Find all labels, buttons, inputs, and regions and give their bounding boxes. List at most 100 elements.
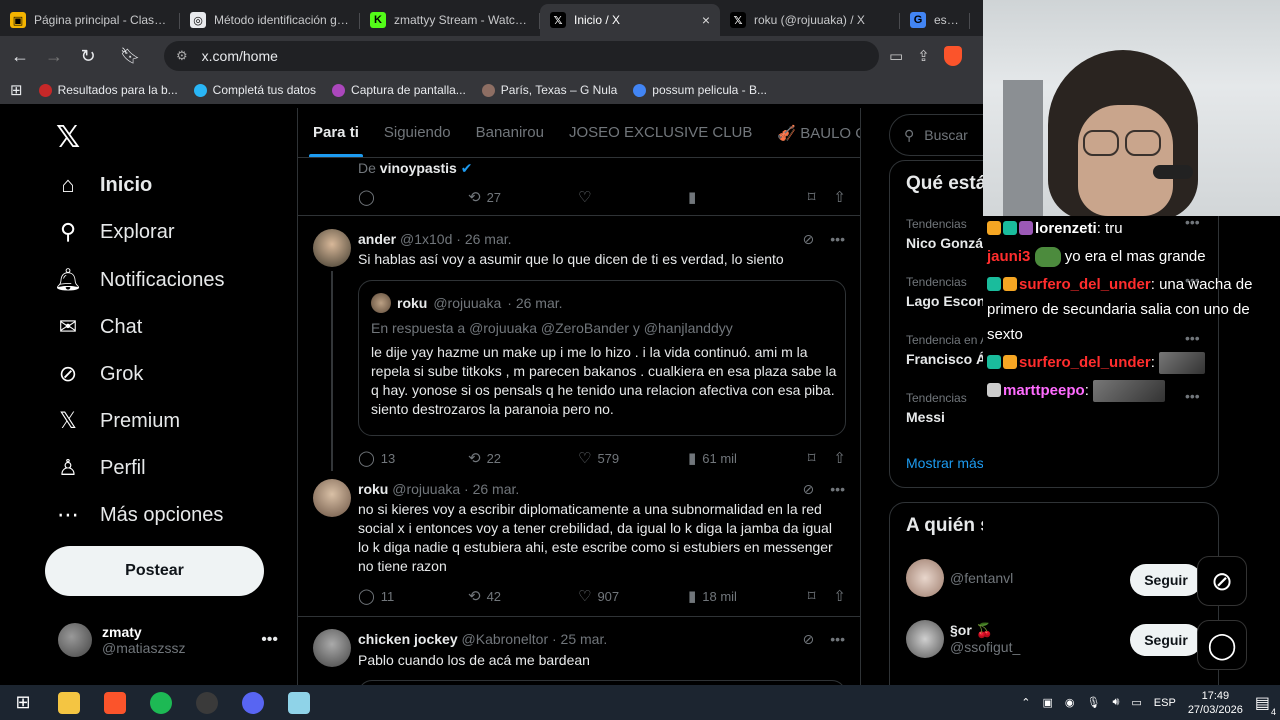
share-icon[interactable]: ⇪ <box>917 47 930 65</box>
trend-item[interactable]: Tendencias Messi <box>906 391 967 425</box>
grok-icon[interactable]: ⊘ <box>803 631 815 648</box>
messages-float-button[interactable]: ◯ <box>1197 620 1247 670</box>
network-icon[interactable]: ▭ <box>1131 696 1141 709</box>
follow-account[interactable]: §or 🍒 @ssofigut_ <box>950 622 1020 655</box>
more-icon[interactable]: ••• <box>830 481 845 498</box>
feed-tab[interactable]: Bananirou <box>476 108 544 157</box>
grok-icon[interactable]: ⊘ <box>803 231 815 248</box>
nav-item-notificaciones[interactable]: 🔔︎ Notificaciones <box>54 265 224 295</box>
source-author[interactable]: vinoypastis <box>380 160 457 176</box>
bookmark-icon[interactable]: 🔖︎ <box>116 42 144 70</box>
brave-shield-icon[interactable] <box>943 46 962 66</box>
nav-item-chat[interactable]: ✉ Chat <box>56 312 142 342</box>
tweet[interactable]: roku @rojuuaka · 26 mar. ⊘ ••• no si kier… <box>298 467 860 617</box>
nav-item-explorar[interactable]: ⚲ Explorar <box>56 217 175 247</box>
avatar[interactable] <box>313 479 351 517</box>
follow-button[interactable]: Seguir <box>1130 624 1202 656</box>
author-handle[interactable]: @Kabroneltor <box>462 631 549 647</box>
account-switcher[interactable]: zmaty @matiaszssz ••• <box>58 616 278 664</box>
chat-username[interactable]: jauni3 <box>987 248 1030 265</box>
avatar[interactable] <box>906 620 944 658</box>
nav-item-inicio[interactable]: ⌂ Inicio <box>56 170 152 200</box>
feed-tab[interactable]: Para ti <box>309 108 363 157</box>
windows-start-icon[interactable]: ⊞ <box>0 685 46 720</box>
bookmark-icon[interactable]: ⌑ <box>808 449 816 467</box>
nav-item-premium[interactable]: 𝕏 Premium <box>56 406 180 436</box>
volume-icon[interactable]: 🔊︎ <box>1112 696 1119 709</box>
apps-grid-icon[interactable]: ⊞ <box>10 81 23 99</box>
grok-icon[interactable]: ⊘ <box>803 481 815 498</box>
author-name[interactable]: roku <box>358 481 388 497</box>
browser-tab[interactable]: Kzmattyy Stream - Watch Live <box>360 4 540 36</box>
address-bar[interactable]: ⚙ x.com/home <box>164 41 879 71</box>
bookmark-icon[interactable]: ⌑ <box>808 188 816 206</box>
show-more-link[interactable]: Mostrar más <box>906 455 983 471</box>
brave-icon[interactable] <box>92 685 138 720</box>
quoted-tweet[interactable]: roku @rojuuaka · 26 mar. En respuesta a … <box>358 280 846 436</box>
cast-icon[interactable]: ▭ <box>889 47 903 65</box>
browser-tab[interactable]: ◎ Método identificación gráfica <box>180 4 360 36</box>
site-settings-icon[interactable]: ⚙ <box>176 48 188 64</box>
bookmark-item[interactable]: París, Texas – G Nula <box>481 83 617 97</box>
retweet-button[interactable]: ⟲ 42 <box>468 587 578 605</box>
feed-tab[interactable]: Siguiendo <box>384 108 451 157</box>
tweet[interactable]: chicken jockey @Kabroneltor · 25 mar. ⊘ •… <box>298 617 860 685</box>
app-icon[interactable] <box>276 685 322 720</box>
retweet-button[interactable]: ⟲ 27 <box>468 188 578 206</box>
grok-float-button[interactable]: ⊘ <box>1197 556 1247 606</box>
avatar[interactable] <box>313 629 351 667</box>
nav-item-perfil[interactable]: ♙ Perfil <box>56 453 145 483</box>
bookmark-item[interactable]: Resultados para la b... <box>38 83 178 97</box>
forward-icon[interactable]: → <box>40 42 68 70</box>
browser-tab[interactable]: 𝕏 Inicio / X × <box>540 4 720 36</box>
back-icon[interactable]: ← <box>6 42 34 70</box>
spotify-icon[interactable] <box>138 685 184 720</box>
views-button[interactable]: ▮ 61 mil <box>688 449 788 467</box>
views-button[interactable]: ▮ <box>688 188 788 206</box>
share-icon[interactable]: ⇧ <box>833 449 846 467</box>
browser-tab[interactable]: ▣ Página principal - Classroom <box>0 4 180 36</box>
bookmark-item[interactable]: Completá tus datos <box>193 83 316 97</box>
notification-icon[interactable]: ▤ 4 <box>1255 693 1276 717</box>
avatar[interactable] <box>906 559 944 597</box>
trend-item[interactable]: Tendencias Nico González <box>906 217 983 251</box>
follow-button[interactable]: Seguir <box>1130 564 1202 596</box>
views-button[interactable]: ▮ 18 mil <box>688 587 788 605</box>
like-button[interactable]: ♡ 579 <box>578 449 688 467</box>
feed-tab[interactable]: JOSEO EXCLUSIVE CLUB <box>569 108 752 157</box>
more-icon[interactable]: ••• <box>830 231 845 248</box>
tray-app-icon[interactable]: ▣ <box>1042 696 1052 709</box>
author-name[interactable]: chicken jockey <box>358 631 458 647</box>
nav-item-grok[interactable]: ⊘ Grok <box>56 359 144 389</box>
reply-button[interactable]: ◯ 13 <box>358 449 468 467</box>
x-logo-icon[interactable]: 𝕏 <box>56 120 80 155</box>
language-indicator[interactable]: ESP <box>1154 697 1176 709</box>
bookmark-item[interactable]: Captura de pantalla... <box>332 83 466 97</box>
like-button[interactable]: ♡ <box>578 188 688 206</box>
bookmark-item[interactable]: possum pelicula - B... <box>633 83 767 97</box>
trend-item[interactable]: Tendencias Lago Escondido <box>906 275 983 309</box>
author-handle[interactable]: @1x10d <box>400 231 452 247</box>
reply-mentions[interactable]: @rojuuaka @ZeroBander y @hanjlanddyy <box>469 320 733 336</box>
reply-button[interactable]: ◯ <box>358 188 468 206</box>
reply-button[interactable]: ◯ 11 <box>358 587 468 605</box>
chat-username[interactable]: surfero_del_under <box>1019 354 1151 371</box>
discord-icon[interactable] <box>230 685 276 720</box>
tweet-date[interactable]: · 26 mar. <box>464 481 519 497</box>
more-icon[interactable]: ••• <box>261 631 278 649</box>
nav-item-más-opciones[interactable]: ⋯ Más opciones <box>56 500 223 530</box>
chat-username[interactable]: marttpeepo <box>1003 382 1085 399</box>
chevron-up-icon[interactable]: ⌃ <box>1021 696 1030 709</box>
like-button[interactable]: ♡ 907 <box>578 587 688 605</box>
tweet-date[interactable]: · 25 mar. <box>552 631 607 647</box>
retweet-button[interactable]: ⟲ 22 <box>468 449 578 467</box>
share-icon[interactable]: ⇧ <box>833 188 846 206</box>
reload-icon[interactable]: ↻ <box>74 42 102 70</box>
author-handle[interactable]: @rojuuaka <box>392 481 460 497</box>
feed-tab[interactable]: 🎻 BAULO CL <box>777 108 860 157</box>
chat-username[interactable]: lorenzeti <box>1035 220 1097 237</box>
tweet[interactable]: ander @1x10d · 26 mar. ⊘ ••• Si hablas as… <box>298 217 860 471</box>
follow-account[interactable]: @fentanvl <box>950 570 1013 586</box>
browser-tab[interactable]: 𝕏roku (@rojuuaka) / X <box>720 4 900 36</box>
file-explorer-icon[interactable] <box>46 685 92 720</box>
